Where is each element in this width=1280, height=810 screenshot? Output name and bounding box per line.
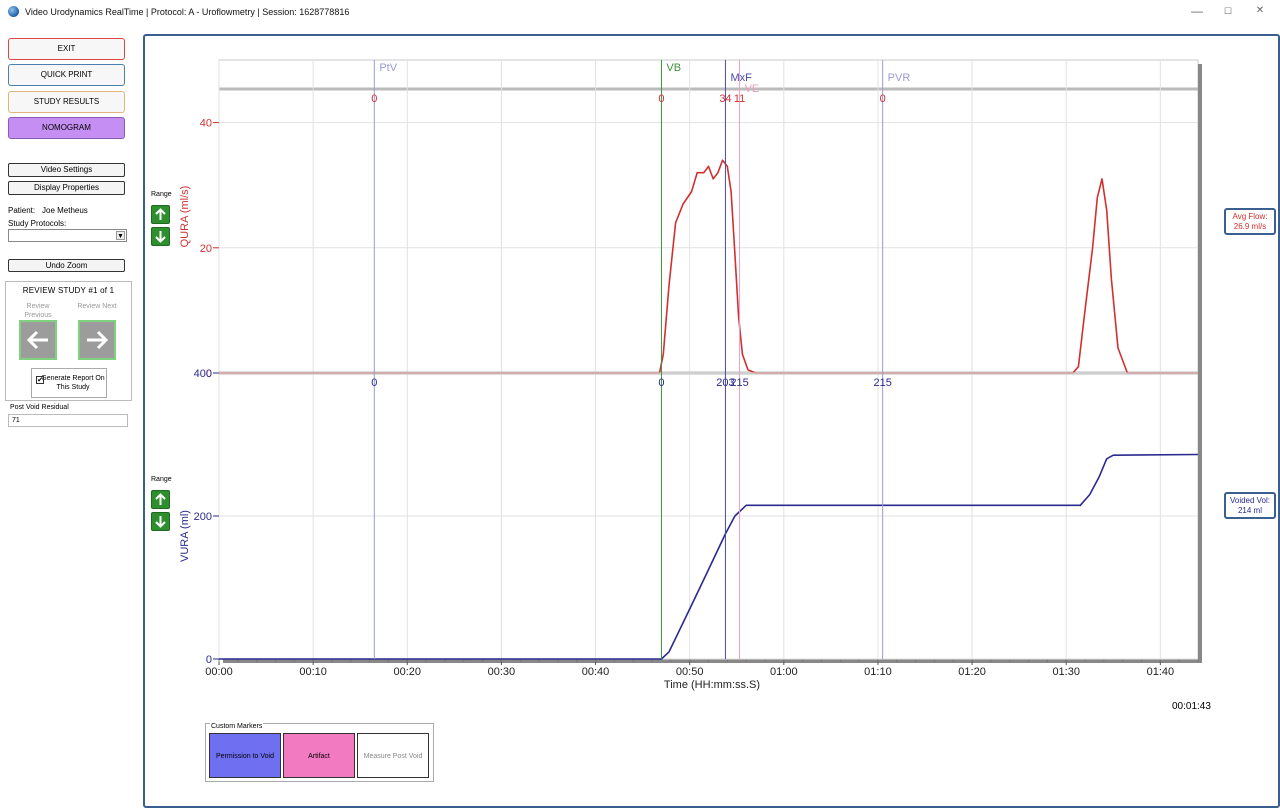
volume-range-up-button[interactable] bbox=[151, 490, 170, 509]
x-axis-label: Time (HH:mm:ss.S) bbox=[664, 679, 760, 691]
event-marker-label: VB bbox=[666, 62, 681, 74]
y-tick-label: 40 bbox=[200, 118, 212, 130]
event-volume-value: 0 bbox=[658, 377, 664, 389]
event-flow-value: 34 bbox=[719, 93, 731, 105]
time-readout: 00:01:43 bbox=[1172, 701, 1211, 712]
flow-range-label: Range bbox=[151, 191, 172, 198]
avg-flow-value: 26.9 ml/s bbox=[1233, 222, 1267, 231]
volume-axis-label: VURA (ml) bbox=[179, 510, 191, 562]
x-tick-label: 01:10 bbox=[864, 666, 892, 678]
flow-axis-label: QURA (ml/s) bbox=[179, 186, 191, 248]
volume-range-down-button[interactable] bbox=[151, 512, 170, 531]
event-volume-value: 0 bbox=[371, 377, 377, 389]
x-tick-label: 00:10 bbox=[299, 666, 327, 678]
x-tick-label: 01:30 bbox=[1052, 666, 1080, 678]
avg-flow-label: Avg Flow: bbox=[1232, 212, 1268, 221]
flow-range-down-button[interactable] bbox=[151, 227, 170, 246]
arrow-down-icon bbox=[155, 231, 166, 243]
y-tick-label: 400 bbox=[194, 368, 212, 380]
x-tick-label: 01:00 bbox=[770, 666, 798, 678]
event-marker-label: VE bbox=[745, 83, 760, 95]
x-tick-label: 01:20 bbox=[958, 666, 986, 678]
arrow-down-icon bbox=[155, 516, 166, 528]
uroflow-chart: 00:00 00:10 00:20 00:30 00:40 00:50 01:00 01:10… bbox=[179, 59, 1202, 691]
flow-range-up-button[interactable] bbox=[151, 205, 170, 224]
event-marker-label: PVR bbox=[888, 72, 911, 84]
event-volume-value: 215 bbox=[873, 377, 891, 389]
voided-volume-box: Voided Vol: 214 ml bbox=[1224, 492, 1276, 519]
y-tick-label: 200 bbox=[194, 511, 212, 523]
artifact-button[interactable]: Artifact bbox=[283, 733, 355, 778]
x-tick-label: 00:40 bbox=[582, 666, 610, 678]
custom-markers-panel: Custom Markers Permission to Void Artifa… bbox=[205, 723, 434, 782]
event-marker-label: PtV bbox=[379, 62, 397, 74]
event-volume-value: 215 bbox=[730, 377, 748, 389]
voided-volume-label: Voided Vol: bbox=[1229, 496, 1271, 505]
arrow-up-icon bbox=[155, 208, 166, 220]
y-tick-label: 0 bbox=[206, 654, 212, 666]
x-tick-label: 00:50 bbox=[676, 666, 704, 678]
avg-flow-box: Avg Flow: 26.9 ml/s bbox=[1224, 208, 1276, 235]
x-tick-label: 00:20 bbox=[394, 666, 422, 678]
event-flow-value: 0 bbox=[880, 93, 886, 105]
x-tick-label: 01:40 bbox=[1147, 666, 1175, 678]
event-flow-value: 0 bbox=[371, 93, 377, 105]
x-tick-label: 00:30 bbox=[488, 666, 516, 678]
event-flow-value: 11 bbox=[734, 93, 745, 105]
y-tick-label: 20 bbox=[200, 243, 212, 255]
custom-markers-title: Custom Markers bbox=[210, 723, 264, 730]
arrow-up-icon bbox=[155, 493, 166, 505]
voided-volume-value: 214 ml bbox=[1237, 506, 1262, 515]
permission-to-void-button[interactable]: Permission to Void bbox=[209, 733, 281, 778]
volume-range-label: Range bbox=[151, 476, 172, 483]
event-flow-value: 0 bbox=[658, 93, 664, 105]
measure-post-void-button[interactable]: Measure Post Void bbox=[357, 733, 429, 778]
x-tick-label: 00:00 bbox=[205, 666, 233, 678]
